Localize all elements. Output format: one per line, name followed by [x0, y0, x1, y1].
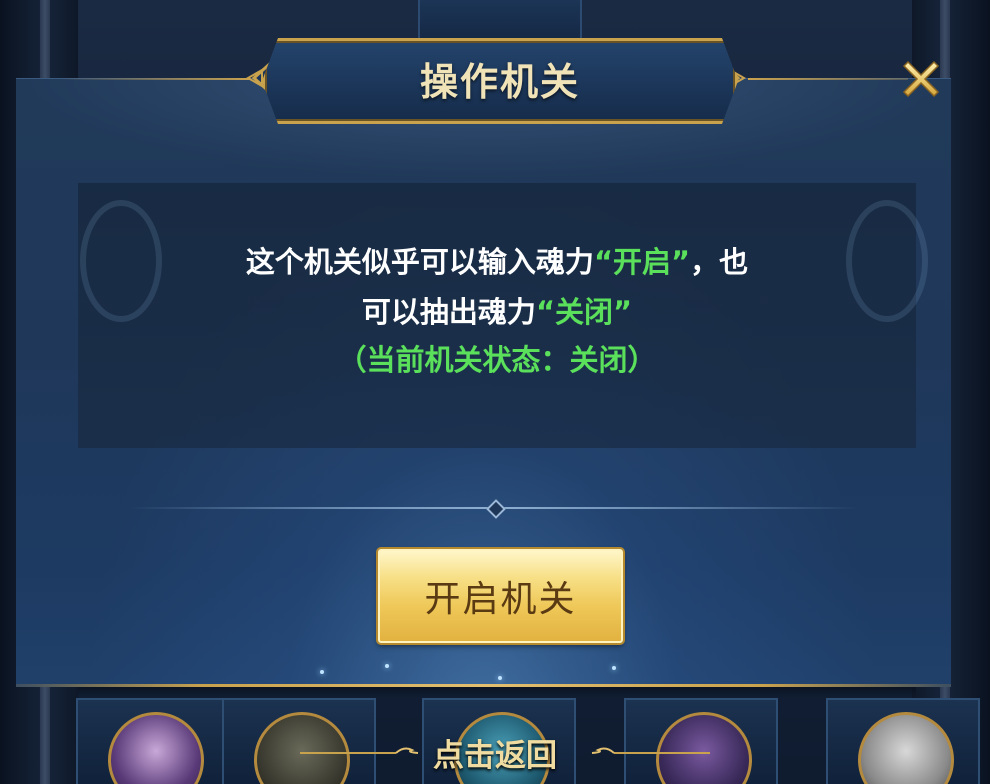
hero-portrait: [858, 712, 954, 784]
game-screen: 操作机关 这个机关似乎可以输入魂力“开启”，也 可以抽出魂力“关闭” （当前机关…: [0, 0, 990, 784]
message-text: ，也: [690, 245, 749, 279]
hero-card: [624, 698, 778, 784]
close-x-icon: [902, 60, 940, 98]
message-line-1: 这个机关似乎可以输入魂力“开启”，也: [78, 248, 916, 277]
background-top-frame: [418, 0, 582, 40]
message-line-2: 可以抽出魂力“关闭”: [78, 298, 916, 327]
open-mechanism-button[interactable]: 开启机关: [378, 549, 623, 643]
hero-card: [222, 698, 376, 784]
open-highlight: “开启”: [593, 245, 691, 279]
back-button[interactable]: 点击返回: [420, 732, 570, 774]
close-highlight: “关闭”: [535, 295, 633, 329]
sparkle: [385, 664, 389, 668]
back-ornament-left-icon: [300, 747, 419, 754]
bottom-shadow: [78, 687, 916, 697]
title-line-right: [748, 78, 908, 80]
close-button[interactable]: [896, 54, 946, 104]
title-line-left: [60, 78, 250, 80]
message-text: 可以抽出魂力: [361, 295, 536, 329]
panel-bottom-border: [16, 684, 951, 687]
sparkle: [612, 666, 616, 670]
hero-portrait: [108, 712, 204, 784]
sparkle: [320, 670, 324, 674]
hero-card: [826, 698, 980, 784]
message-text: 这个机关似乎可以输入魂力: [245, 245, 594, 279]
hero-card: [76, 698, 230, 784]
mechanism-status: （当前机关状态：关闭）: [337, 343, 657, 377]
sparkle: [498, 676, 502, 680]
dialog-title: 操作机关: [419, 59, 580, 104]
back-ornament-right-icon: [591, 747, 710, 754]
